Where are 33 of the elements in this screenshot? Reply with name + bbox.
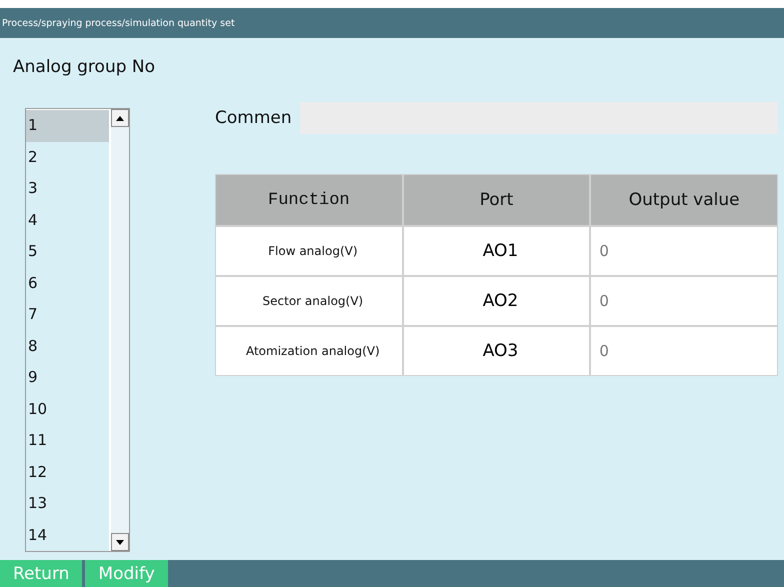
list-item[interactable]: 6 — [26, 268, 109, 299]
list-item[interactable]: 3 — [26, 173, 109, 204]
list-item[interactable]: 14 — [26, 520, 109, 551]
comment-label: Commen — [215, 108, 292, 128]
window-title: Process/spraying process/simulation quantity set — [2, 18, 235, 28]
table-cell: AO1 — [404, 227, 590, 275]
value-field[interactable]: 0 — [591, 277, 777, 325]
list-item[interactable]: 2 — [26, 142, 109, 173]
scroll-down-icon[interactable] — [111, 533, 129, 551]
list-item[interactable]: 8 — [26, 330, 109, 362]
list-item[interactable]: 13 — [26, 488, 109, 520]
list-item[interactable]: 9 — [26, 362, 109, 394]
list-item[interactable]: 12 — [26, 456, 109, 488]
list-item[interactable]: 10 — [26, 394, 109, 425]
list-item[interactable]: 11 — [26, 425, 109, 456]
group-label: Analog group No — [13, 56, 156, 79]
table-cell: Sector analog(V) — [216, 277, 402, 325]
list-item[interactable]: 5 — [26, 236, 109, 268]
table-cell: Flow analog(V) — [216, 227, 402, 275]
table-cell: AO3 — [404, 327, 590, 375]
column-header: Port — [404, 175, 590, 225]
value-field[interactable]: 0 — [591, 227, 777, 275]
list-item[interactable]: 4 — [26, 204, 109, 236]
scrollbar[interactable] — [111, 109, 129, 551]
table-cell: Atomization analog(V) — [216, 327, 402, 375]
list-item[interactable]: 7 — [26, 299, 109, 330]
group-list[interactable]: 1 2 3 4 5 6 7 8 9 10 11 12 13 14 — [25, 108, 130, 552]
table-cell: AO2 — [404, 277, 590, 325]
scroll-up-icon[interactable] — [111, 109, 129, 127]
value-field[interactable]: 0 — [591, 327, 777, 375]
list-item[interactable]: 1 — [26, 110, 109, 142]
column-header: Function — [216, 175, 402, 225]
column-header: Output value — [591, 175, 777, 225]
